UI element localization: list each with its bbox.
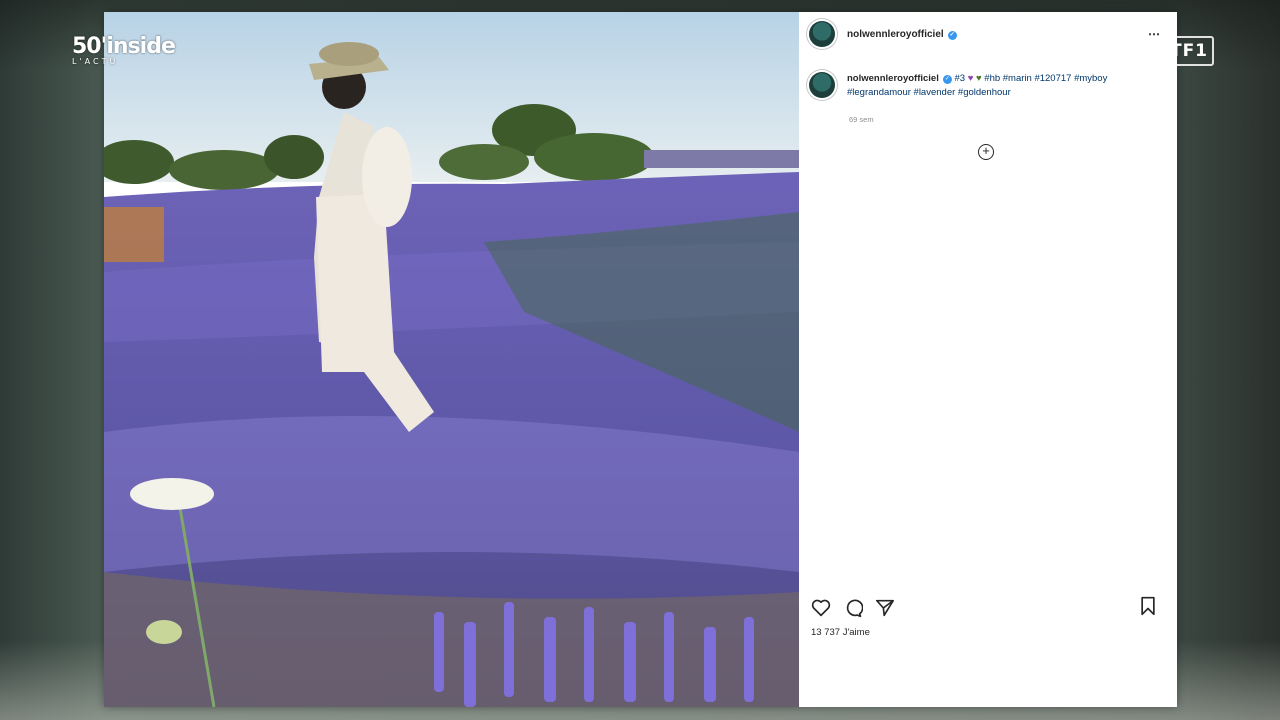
author-username[interactable]: nolwennleroyofficiel ✓ [847,29,957,40]
heart-icon[interactable] [811,599,831,617]
post-sidebar: nolwennleroyofficiel ✓ ⋯ nolwennleroyoffi… [799,12,1177,707]
caption-hashtags-line1[interactable]: #hb #marin #120717 #myboy [984,73,1107,84]
green-heart-icon: ♥ [976,73,982,84]
caption-text: nolwennleroyofficiel ✓ #3 ♥ ♥ #hb #marin … [847,72,1107,100]
post-photo[interactable] [104,12,799,707]
post-actions [811,596,1167,620]
share-icon[interactable] [875,599,895,617]
instagram-post-window: nolwennleroyofficiel ✓ ⋯ nolwennleroyoffi… [104,12,1177,707]
author-avatar[interactable] [809,21,835,47]
bookmark-icon[interactable] [1139,596,1157,621]
verified-badge-icon: ✓ [947,30,957,40]
caption: nolwennleroyofficiel ✓ #3 ♥ ♥ #hb #marin … [809,72,1157,100]
caption-prefix[interactable]: #3 [955,73,966,84]
purple-heart-icon: ♥ [967,73,974,84]
author-username-text[interactable]: nolwennleroyofficiel [847,29,944,40]
more-options-icon[interactable]: ⋯ [1148,27,1161,41]
comment-icon[interactable] [843,598,863,618]
post-header: nolwennleroyofficiel ✓ ⋯ [799,12,1177,56]
caption-username[interactable]: nolwennleroyofficiel [847,73,939,84]
verified-badge-icon: ✓ [942,75,952,84]
add-comment-icon[interactable]: + [978,144,994,160]
caption-hashtags-line2[interactable]: #legrandamour #lavender #goldenhour [847,87,1011,98]
channel-logo: TF1 [1164,36,1214,66]
post-timestamp: 69 sem [849,115,874,124]
show-logo: 50'inside L'ACTU [72,34,176,66]
show-logo-title: 50'inside [72,34,176,59]
like-count[interactable]: 13 737 J'aime [811,627,870,638]
lavender-field-image [104,12,799,707]
caption-avatar[interactable] [809,72,835,98]
